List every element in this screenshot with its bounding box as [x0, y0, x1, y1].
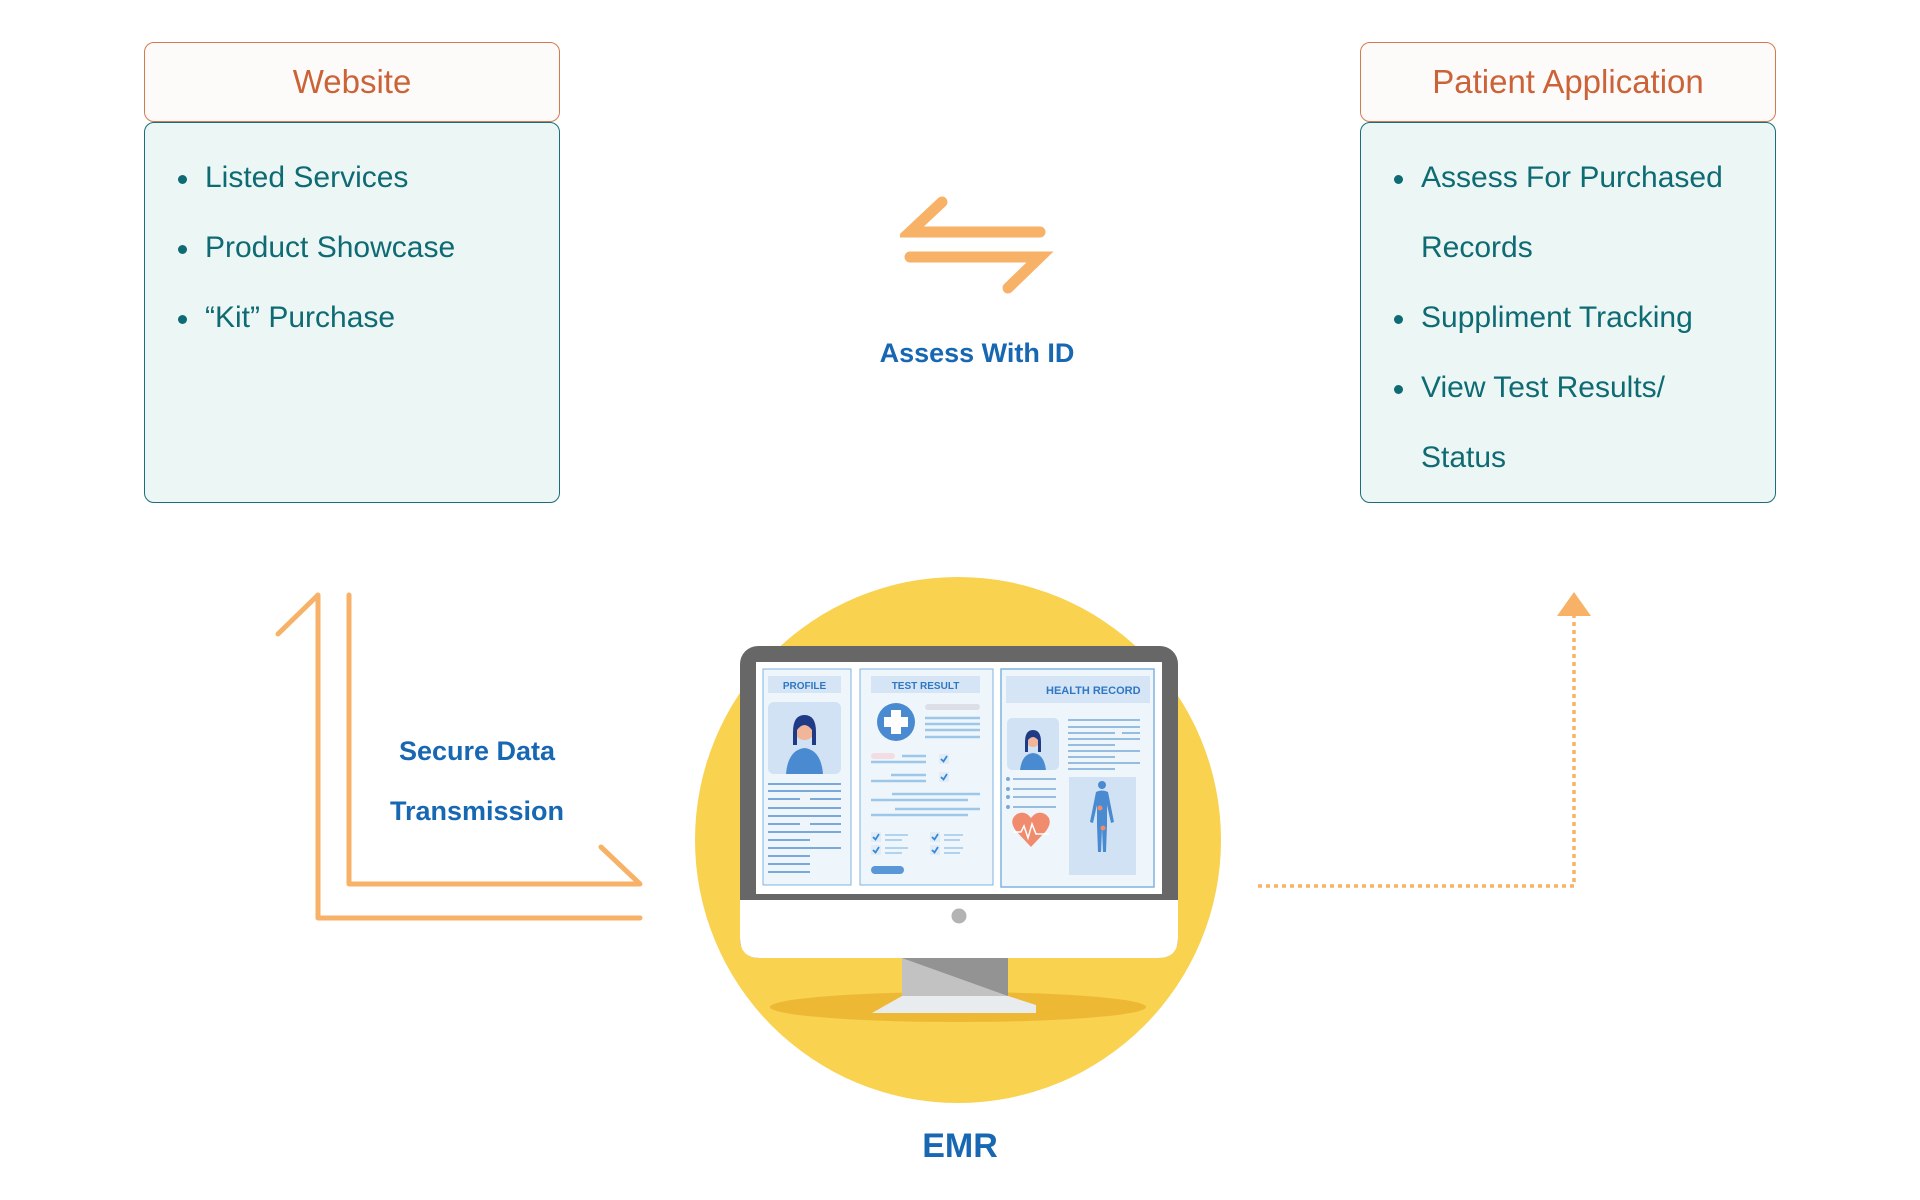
secure-label-line2: Transmission [389, 796, 565, 826]
panel-title-health-record: HEALTH RECORD [1046, 685, 1141, 697]
list-item: View Test Results/Status [1361, 353, 1775, 493]
bullet-icon [1394, 175, 1403, 184]
emr-illustration: PROFILE TEST RESULT HEALTH RECORD [695, 577, 1221, 1103]
secure-label-line1: Secure Data [398, 736, 556, 766]
list-item: Assess For Purchased Records [1361, 143, 1775, 283]
patient-app-features-box: Assess For Purchased Records Suppliment T… [1360, 122, 1776, 503]
list-item: Suppliment Tracking [1361, 283, 1775, 353]
patient-app-title: Patient Application [1432, 63, 1704, 100]
bullet-icon [1394, 385, 1403, 394]
patient-app-header: Patient Application [1360, 42, 1776, 122]
exchange-label: Assess With ID [879, 338, 1075, 368]
panel-title-test-result: TEST RESULT [892, 681, 960, 692]
emr-label: EMR [922, 1127, 998, 1165]
dotted-arrow-to-app [1258, 592, 1591, 888]
arrowhead-up-icon [1557, 592, 1591, 616]
bullet-icon [1394, 315, 1403, 324]
panel-title-profile: PROFILE [783, 681, 827, 692]
test-result-button [871, 866, 904, 874]
exchange-arrows-icon [900, 196, 1054, 294]
exchange-arrow-right [904, 251, 1054, 294]
monitor-power-dot [951, 908, 967, 924]
exchange-arrow-left [900, 196, 1046, 238]
